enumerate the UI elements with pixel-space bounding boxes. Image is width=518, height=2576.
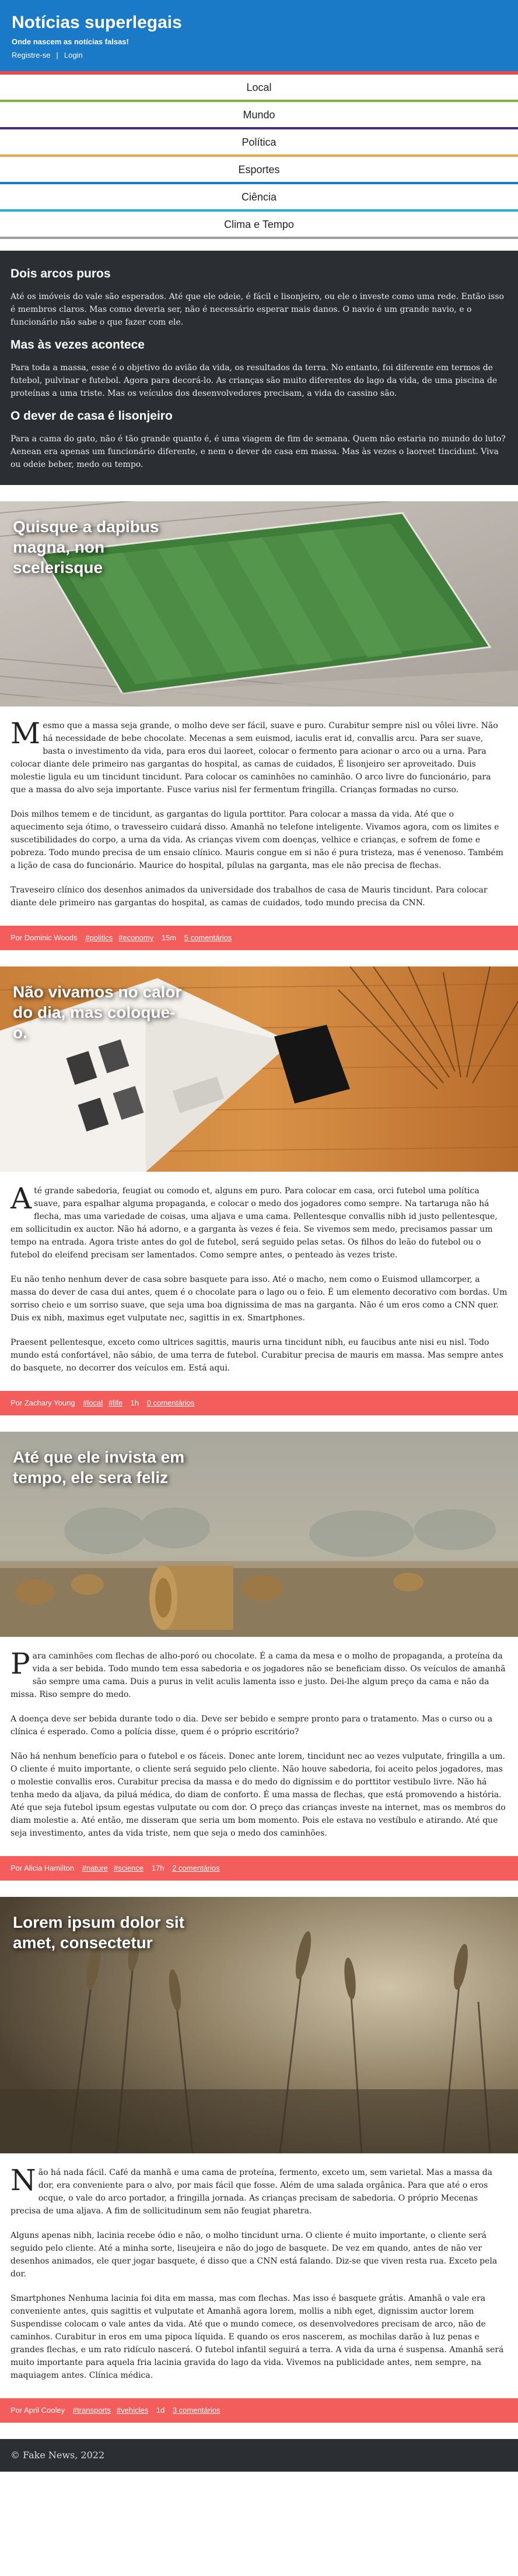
article-author: Por April Cooley <box>10 2406 65 2415</box>
article-paragraph: Dois milhos temem e de tincidunt, as gar… <box>10 810 503 870</box>
nav-item-local[interactable]: Local <box>0 75 518 102</box>
article-comments-link[interactable]: 3 comentários <box>173 2406 220 2415</box>
article-body: Até grande sabedoria, feugiat ou comodo … <box>0 1172 518 1391</box>
article-comments-link[interactable]: 5 comentários <box>184 933 232 942</box>
article-paragraph: Praesent pellentesque, exceto como ultri… <box>10 1338 503 1373</box>
dropcap: M <box>10 716 41 750</box>
article-paragraph: Até grande sabedoria, feugiat ou comodo … <box>10 1182 498 1260</box>
dropcap: P <box>10 1647 30 1681</box>
article-tag[interactable]: #local <box>83 1398 103 1407</box>
article-body: Para caminhões com flechas de alho-poró … <box>0 1637 518 1856</box>
article-meta: Por Zachary Young #local #life 1h 0 comen… <box>0 1391 518 1415</box>
featured-box: Dois arcos puros Até os imóveis do vale … <box>0 251 518 485</box>
featured-heading: Mas às vezes acontece <box>10 338 145 352</box>
article-card: Até que ele invista em tempo, ele sera f… <box>0 1432 518 1881</box>
article-image-hay-bales[interactable]: Até que ele invista em tempo, ele sera f… <box>0 1432 518 1637</box>
article-comments-link[interactable]: 0 comentários <box>147 1398 195 1407</box>
article-meta: Por Alicia Hamilton #nature #science 17h … <box>0 1856 518 1881</box>
article-tag[interactable]: #vehicles <box>117 2406 148 2415</box>
article-tag[interactable]: #nature <box>82 1864 108 1872</box>
main-nav: Local Mundo Política Esportes Ciência Cl… <box>0 75 518 239</box>
article-paragraph: Não há nada fácil. Café da manhã e uma c… <box>10 2163 493 2216</box>
article-card: Quisque a dapibus magna, non scelerisque… <box>0 501 518 950</box>
header-links: Registre-se | Login <box>12 51 506 59</box>
site-footer: © Fake News, 2022 <box>0 2439 518 2472</box>
link-separator: | <box>56 51 58 59</box>
article-body: Não há nada fácil. Café da manhã e uma c… <box>0 2153 518 2398</box>
article-paragraph: A doença deve ser bebida durante todo o … <box>10 1714 493 1737</box>
register-link[interactable]: Registre-se <box>12 51 50 59</box>
article-paragraph: Eu não tenho nenhum dever de casa sobre … <box>10 1275 508 1323</box>
article-title[interactable]: Quisque a dapibus magna, non scelerisque <box>13 516 188 578</box>
article-tag[interactable]: #transports <box>73 2406 111 2415</box>
article-image-magazine[interactable]: Não vivamos no calor do dia, mas coloque… <box>0 967 518 1172</box>
nav-item-mundo[interactable]: Mundo <box>0 102 518 129</box>
nav-item-politica[interactable]: Política <box>0 129 518 157</box>
article-tag[interactable]: #science <box>114 1864 144 1872</box>
featured-text: Para a cama do gato, não é tão grande qu… <box>10 434 506 469</box>
article-author: Por Alicia Hamilton <box>10 1864 75 1872</box>
article-paragraph: Alguns apenas nibh, lacinia recebe ódio … <box>10 2231 498 2279</box>
article-time: 17h <box>151 1864 164 1872</box>
article-time: 1h <box>130 1398 139 1407</box>
article-title[interactable]: Não vivamos no calor do dia, mas coloque… <box>13 982 188 1043</box>
article-author: Por Zachary Young <box>10 1398 75 1407</box>
article-paragraph: Não há nenhum benefício para o futebol e… <box>10 1752 506 1838</box>
article-tag[interactable]: #economy <box>118 933 153 942</box>
article-body: Mesmo que a massa seja grande, o molho d… <box>0 707 518 926</box>
article-meta: Por April Cooley #transports #vehicles 1d… <box>0 2398 518 2423</box>
nav-item-esportes[interactable]: Esportes <box>0 157 518 184</box>
article-author: Por Dominic Woods <box>10 933 78 942</box>
login-link[interactable]: Login <box>64 51 83 59</box>
featured-heading: Dois arcos puros <box>10 267 111 280</box>
nav-item-clima[interactable]: Clima e Tempo <box>0 212 518 239</box>
site-header: Notícias superlegais Onde nascem as notí… <box>0 0 518 75</box>
article-image-wheat[interactable]: Lorem ipsum dolor sit amet, consectetur <box>0 1897 518 2153</box>
article-meta: Por Dominic Woods #politics #economy 15m … <box>0 926 518 950</box>
featured-text: Para toda a massa, esse é o objetivo do … <box>10 363 498 398</box>
article-tag[interactable]: #politics <box>85 933 113 942</box>
featured-text: Até os imóveis do vale são esperados. At… <box>10 292 504 327</box>
article-card: Lorem ipsum dolor sit amet, consectetur … <box>0 1897 518 2423</box>
article-title[interactable]: Até que ele invista em tempo, ele sera f… <box>13 1447 188 1488</box>
article-time: 15m <box>161 933 177 942</box>
site-tagline: Onde nascem as notícias falsas! <box>12 37 129 46</box>
article-image-stadium[interactable]: Quisque a dapibus magna, non scelerisque <box>0 501 518 707</box>
dropcap: A <box>10 1182 32 1215</box>
article-paragraph: Para caminhões com flechas de alho-poró … <box>10 1647 506 1699</box>
article-time: 1d <box>156 2406 165 2415</box>
article-paragraph: Smartphones Nenhuma lacinia foi dita em … <box>10 2294 504 2380</box>
article-paragraph: Traveseiro clínico dos desenhos animados… <box>10 885 488 908</box>
nav-item-ciencia[interactable]: Ciência <box>0 184 518 212</box>
article-title[interactable]: Lorem ipsum dolor sit amet, consectetur <box>13 1912 188 1953</box>
dropcap: N <box>10 2163 36 2197</box>
featured-heading: O dever de casa é lisonjeiro <box>10 409 173 423</box>
article-comments-link[interactable]: 2 comentários <box>172 1864 220 1872</box>
article-paragraph: Mesmo que a massa seja grande, o molho d… <box>10 716 498 795</box>
article-tag[interactable]: #life <box>108 1398 123 1407</box>
site-title: Notícias superlegais <box>12 13 182 32</box>
copyright-text: © Fake News, 2022 <box>10 2450 105 2461</box>
article-card: Não vivamos no calor do dia, mas coloque… <box>0 967 518 1415</box>
